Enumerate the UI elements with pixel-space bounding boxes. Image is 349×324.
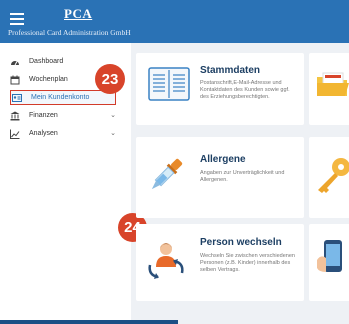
card-partial-bottom[interactable]: [309, 224, 349, 301]
chevron-down-icon[interactable]: ⌄: [110, 129, 116, 137]
bank-icon: [10, 111, 20, 121]
calendar-icon: [10, 75, 20, 85]
sidebar-item-label: Dashboard: [29, 58, 64, 65]
sidebar-item-label: Finanzen: [29, 112, 58, 119]
bottom-bar: [0, 320, 178, 324]
sidebar-item-analysen[interactable]: Analysen ⌄: [10, 126, 122, 141]
card-partial-middle[interactable]: [309, 137, 349, 218]
chart-icon: [10, 129, 20, 139]
callout-badge-23: 23: [95, 64, 125, 94]
card-person-wechseln[interactable]: Person wechseln Wechseln Sie zwischen ve…: [136, 224, 304, 301]
card-stammdaten[interactable]: Stammdaten Postanschrift,E-Mail-Adresse …: [136, 53, 304, 125]
switch-person-icon: [146, 239, 186, 288]
chevron-down-icon[interactable]: ⌄: [110, 111, 116, 119]
logo[interactable]: PCA: [64, 6, 92, 22]
menu-icon[interactable]: [10, 13, 24, 25]
sidebar-item-mein-kundenkonto[interactable]: Mein Kundenkonto: [10, 90, 116, 105]
card-title: Allergene: [200, 154, 246, 165]
card-title: Stammdaten: [200, 65, 261, 76]
card-allergene[interactable]: Allergene Angaben zur Unverträglichkeit …: [136, 137, 304, 218]
card-title: Person wechseln: [200, 237, 282, 248]
card-description: Postanschrift,E-Mail-Adresse und Kontakt…: [200, 80, 290, 100]
key-icon: [313, 155, 349, 200]
top-bar: PCA Professional Card Administration Gmb…: [0, 0, 349, 43]
phone-icon: [315, 238, 349, 285]
sidebar-item-label: Mein Kundenkonto: [31, 94, 90, 101]
dashboard-icon: [10, 57, 20, 67]
company-name: Professional Card Administration GmbH: [8, 28, 131, 37]
dropper-icon: [144, 153, 188, 202]
id-card-icon: [12, 93, 22, 103]
card-partial-top[interactable]: [309, 53, 349, 125]
main-content: Stammdaten Postanschrift,E-Mail-Adresse …: [131, 43, 349, 324]
sidebar-item-label: Analysen: [29, 130, 58, 137]
card-description: Wechseln Sie zwischen verschiedenen Pers…: [200, 253, 295, 273]
document-icon: [148, 67, 190, 106]
sidebar-item-label: Wochenplan: [29, 76, 68, 83]
folder-icon: [315, 69, 349, 104]
card-description: Angaben zur Unverträglichkeit und Allerg…: [200, 170, 285, 183]
sidebar-item-finanzen[interactable]: Finanzen ⌄: [10, 108, 122, 123]
